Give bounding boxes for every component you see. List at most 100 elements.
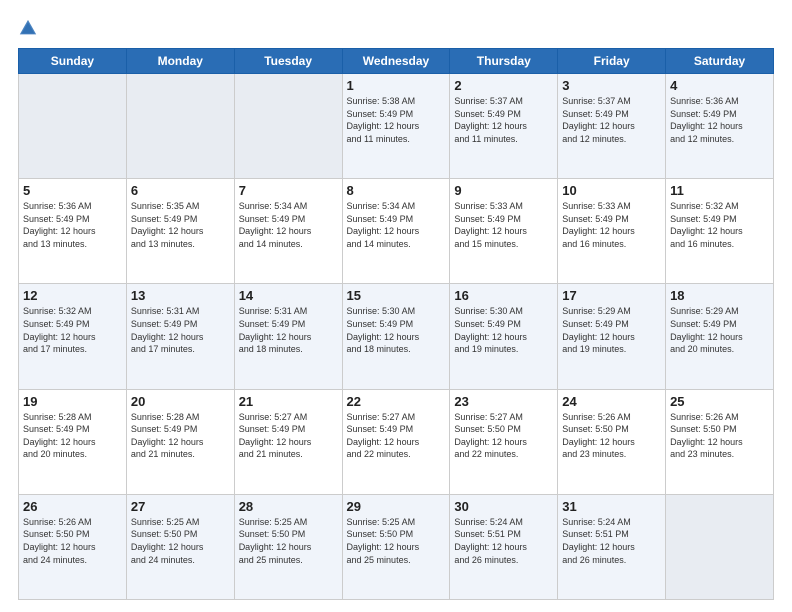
day-info: Sunrise: 5:25 AM Sunset: 5:50 PM Dayligh… xyxy=(347,516,446,566)
calendar-cell: 4 Sunrise: 5:36 AM Sunset: 5:49 PM Daylig… xyxy=(666,74,774,179)
calendar-week-row: 1 Sunrise: 5:38 AM Sunset: 5:49 PM Daylig… xyxy=(19,74,774,179)
page: SundayMondayTuesdayWednesdayThursdayFrid… xyxy=(0,0,792,612)
day-info: Sunrise: 5:36 AM Sunset: 5:49 PM Dayligh… xyxy=(670,95,769,145)
day-number: 18 xyxy=(670,288,769,303)
day-info: Sunrise: 5:28 AM Sunset: 5:49 PM Dayligh… xyxy=(131,411,230,461)
day-info: Sunrise: 5:25 AM Sunset: 5:50 PM Dayligh… xyxy=(239,516,338,566)
day-number: 3 xyxy=(562,78,661,93)
calendar-cell: 31Sunrise: 5:24 AM Sunset: 5:51 PM Dayli… xyxy=(558,494,666,599)
calendar-cell: 7 Sunrise: 5:34 AM Sunset: 5:49 PM Daylig… xyxy=(234,179,342,284)
weekday-header-sunday: Sunday xyxy=(19,49,127,74)
weekday-header-row: SundayMondayTuesdayWednesdayThursdayFrid… xyxy=(19,49,774,74)
day-info: Sunrise: 5:27 AM Sunset: 5:50 PM Dayligh… xyxy=(454,411,553,461)
day-number: 9 xyxy=(454,183,553,198)
day-number: 27 xyxy=(131,499,230,514)
day-info: Sunrise: 5:31 AM Sunset: 5:49 PM Dayligh… xyxy=(239,305,338,355)
calendar-cell: 26 Sunrise: 5:26 AM Sunset: 5:50 PM Dayli… xyxy=(19,494,127,599)
weekday-header-friday: Friday xyxy=(558,49,666,74)
day-info: Sunrise: 5:26 AM Sunset: 5:50 PM Dayligh… xyxy=(562,411,661,461)
calendar-cell: 13 Sunrise: 5:31 AM Sunset: 5:49 PM Dayli… xyxy=(126,284,234,389)
calendar-week-row: 19 Sunrise: 5:28 AM Sunset: 5:49 PM Dayli… xyxy=(19,389,774,494)
calendar-cell xyxy=(126,74,234,179)
day-info: Sunrise: 5:30 AM Sunset: 5:49 PM Dayligh… xyxy=(347,305,446,355)
day-number: 20 xyxy=(131,394,230,409)
calendar-cell: 9 Sunrise: 5:33 AM Sunset: 5:49 PM Daylig… xyxy=(450,179,558,284)
day-info: Sunrise: 5:26 AM Sunset: 5:50 PM Dayligh… xyxy=(23,516,122,566)
day-number: 26 xyxy=(23,499,122,514)
calendar-cell: 10 Sunrise: 5:33 AM Sunset: 5:49 PM Dayli… xyxy=(558,179,666,284)
logo xyxy=(18,18,42,38)
day-number: 10 xyxy=(562,183,661,198)
calendar-cell: 22 Sunrise: 5:27 AM Sunset: 5:49 PM Dayli… xyxy=(342,389,450,494)
calendar-cell: 5 Sunrise: 5:36 AM Sunset: 5:49 PM Daylig… xyxy=(19,179,127,284)
calendar-cell xyxy=(666,494,774,599)
day-info: Sunrise: 5:36 AM Sunset: 5:49 PM Dayligh… xyxy=(23,200,122,250)
calendar-cell: 14 Sunrise: 5:31 AM Sunset: 5:49 PM Dayli… xyxy=(234,284,342,389)
day-number: 23 xyxy=(454,394,553,409)
calendar-cell: 12Sunrise: 5:32 AM Sunset: 5:49 PM Dayli… xyxy=(19,284,127,389)
day-number: 11 xyxy=(670,183,769,198)
day-number: 17 xyxy=(562,288,661,303)
calendar-week-row: 12Sunrise: 5:32 AM Sunset: 5:49 PM Dayli… xyxy=(19,284,774,389)
weekday-header-tuesday: Tuesday xyxy=(234,49,342,74)
day-number: 30 xyxy=(454,499,553,514)
calendar-cell: 15Sunrise: 5:30 AM Sunset: 5:49 PM Dayli… xyxy=(342,284,450,389)
day-number: 5 xyxy=(23,183,122,198)
calendar-cell: 20 Sunrise: 5:28 AM Sunset: 5:49 PM Dayli… xyxy=(126,389,234,494)
calendar-week-row: 5 Sunrise: 5:36 AM Sunset: 5:49 PM Daylig… xyxy=(19,179,774,284)
calendar-cell: 23 Sunrise: 5:27 AM Sunset: 5:50 PM Dayli… xyxy=(450,389,558,494)
calendar-cell: 8Sunrise: 5:34 AM Sunset: 5:49 PM Daylig… xyxy=(342,179,450,284)
logo-icon xyxy=(18,18,38,38)
day-info: Sunrise: 5:35 AM Sunset: 5:49 PM Dayligh… xyxy=(131,200,230,250)
day-info: Sunrise: 5:33 AM Sunset: 5:49 PM Dayligh… xyxy=(454,200,553,250)
calendar-table: SundayMondayTuesdayWednesdayThursdayFrid… xyxy=(18,48,774,600)
calendar-cell: 28 Sunrise: 5:25 AM Sunset: 5:50 PM Dayli… xyxy=(234,494,342,599)
day-number: 13 xyxy=(131,288,230,303)
day-info: Sunrise: 5:27 AM Sunset: 5:49 PM Dayligh… xyxy=(239,411,338,461)
day-number: 19 xyxy=(23,394,122,409)
weekday-header-thursday: Thursday xyxy=(450,49,558,74)
day-info: Sunrise: 5:27 AM Sunset: 5:49 PM Dayligh… xyxy=(347,411,446,461)
day-number: 29 xyxy=(347,499,446,514)
day-number: 2 xyxy=(454,78,553,93)
calendar-cell: 6Sunrise: 5:35 AM Sunset: 5:49 PM Daylig… xyxy=(126,179,234,284)
day-info: Sunrise: 5:26 AM Sunset: 5:50 PM Dayligh… xyxy=(670,411,769,461)
day-info: Sunrise: 5:38 AM Sunset: 5:49 PM Dayligh… xyxy=(347,95,446,145)
day-number: 1 xyxy=(347,78,446,93)
day-info: Sunrise: 5:37 AM Sunset: 5:49 PM Dayligh… xyxy=(562,95,661,145)
calendar-cell: 2Sunrise: 5:37 AM Sunset: 5:49 PM Daylig… xyxy=(450,74,558,179)
calendar-cell: 3 Sunrise: 5:37 AM Sunset: 5:49 PM Daylig… xyxy=(558,74,666,179)
day-number: 8 xyxy=(347,183,446,198)
calendar-cell: 27Sunrise: 5:25 AM Sunset: 5:50 PM Dayli… xyxy=(126,494,234,599)
day-info: Sunrise: 5:28 AM Sunset: 5:49 PM Dayligh… xyxy=(23,411,122,461)
day-info: Sunrise: 5:24 AM Sunset: 5:51 PM Dayligh… xyxy=(454,516,553,566)
day-number: 14 xyxy=(239,288,338,303)
weekday-header-saturday: Saturday xyxy=(666,49,774,74)
calendar-cell xyxy=(234,74,342,179)
day-number: 25 xyxy=(670,394,769,409)
calendar-cell: 30 Sunrise: 5:24 AM Sunset: 5:51 PM Dayli… xyxy=(450,494,558,599)
day-number: 28 xyxy=(239,499,338,514)
weekday-header-monday: Monday xyxy=(126,49,234,74)
day-number: 22 xyxy=(347,394,446,409)
day-info: Sunrise: 5:29 AM Sunset: 5:49 PM Dayligh… xyxy=(562,305,661,355)
calendar-week-row: 26 Sunrise: 5:26 AM Sunset: 5:50 PM Dayli… xyxy=(19,494,774,599)
day-number: 7 xyxy=(239,183,338,198)
calendar-cell: 11Sunrise: 5:32 AM Sunset: 5:49 PM Dayli… xyxy=(666,179,774,284)
day-info: Sunrise: 5:31 AM Sunset: 5:49 PM Dayligh… xyxy=(131,305,230,355)
day-info: Sunrise: 5:30 AM Sunset: 5:49 PM Dayligh… xyxy=(454,305,553,355)
day-info: Sunrise: 5:33 AM Sunset: 5:49 PM Dayligh… xyxy=(562,200,661,250)
day-info: Sunrise: 5:29 AM Sunset: 5:49 PM Dayligh… xyxy=(670,305,769,355)
calendar-cell: 29 Sunrise: 5:25 AM Sunset: 5:50 PM Dayli… xyxy=(342,494,450,599)
day-number: 31 xyxy=(562,499,661,514)
calendar-cell: 21Sunrise: 5:27 AM Sunset: 5:49 PM Dayli… xyxy=(234,389,342,494)
calendar-cell: 17 Sunrise: 5:29 AM Sunset: 5:49 PM Dayli… xyxy=(558,284,666,389)
day-number: 16 xyxy=(454,288,553,303)
day-number: 4 xyxy=(670,78,769,93)
calendar-cell: 16 Sunrise: 5:30 AM Sunset: 5:49 PM Dayli… xyxy=(450,284,558,389)
calendar-cell: 18 Sunrise: 5:29 AM Sunset: 5:49 PM Dayli… xyxy=(666,284,774,389)
calendar-cell: 1 Sunrise: 5:38 AM Sunset: 5:49 PM Daylig… xyxy=(342,74,450,179)
calendar-cell xyxy=(19,74,127,179)
day-info: Sunrise: 5:34 AM Sunset: 5:49 PM Dayligh… xyxy=(239,200,338,250)
day-number: 24 xyxy=(562,394,661,409)
